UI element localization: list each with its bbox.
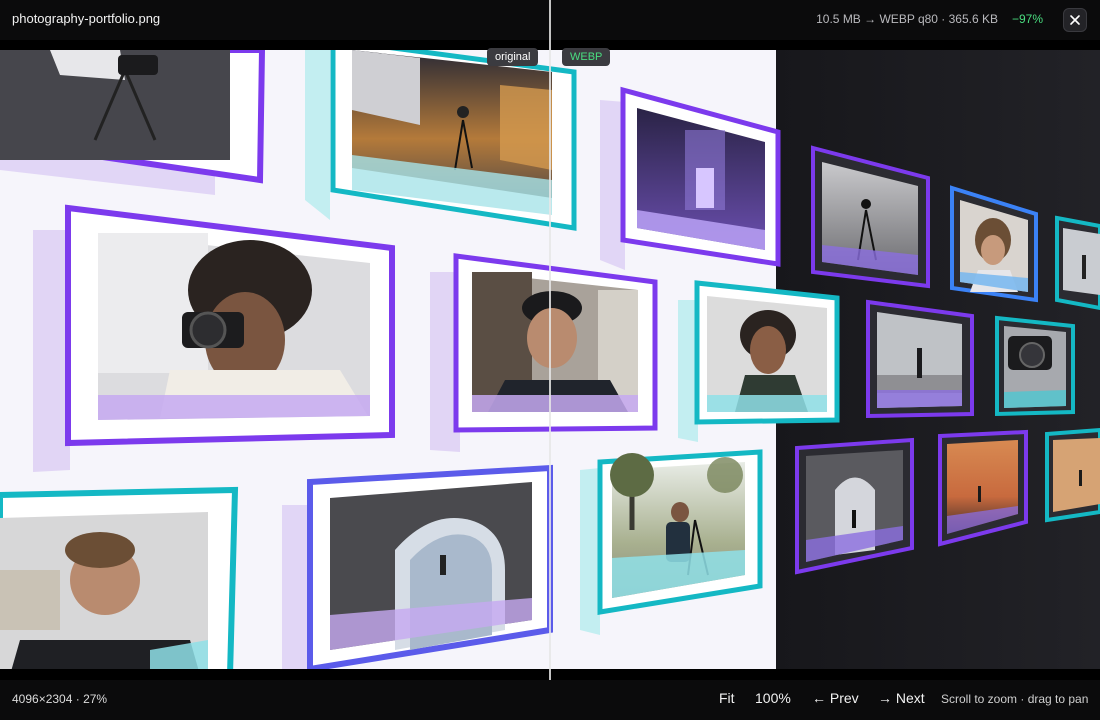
photo-frame bbox=[1045, 427, 1100, 523]
photo-frame bbox=[282, 464, 553, 669]
compression-stats: 10.5 MB → WEBP q80 · 365.6 KB bbox=[816, 12, 998, 26]
compare-slider-handle[interactable] bbox=[549, 0, 551, 720]
photo-frame bbox=[0, 486, 239, 669]
zoom-100-button[interactable]: 100% bbox=[755, 690, 791, 706]
photo-frame bbox=[33, 204, 395, 472]
filename: photography-portfolio.png bbox=[12, 11, 161, 26]
fit-button[interactable]: Fit bbox=[719, 690, 735, 706]
photo-frame bbox=[430, 253, 658, 452]
webp-label: WEBP bbox=[562, 48, 611, 66]
photo-frame bbox=[866, 299, 974, 419]
photo-frame bbox=[938, 429, 1028, 547]
original-label: original bbox=[487, 48, 539, 66]
bottom-bar: 4096×2304 · 27% Fit 100% ← Prev → Next S… bbox=[0, 680, 1100, 720]
photo-frame bbox=[0, 50, 266, 195]
prev-button[interactable]: ← Prev bbox=[812, 690, 859, 706]
close-icon bbox=[1070, 15, 1080, 25]
close-button[interactable] bbox=[1063, 8, 1087, 32]
photo-frame bbox=[995, 315, 1075, 417]
next-button[interactable]: → Next bbox=[878, 690, 925, 706]
zoom-pan-hint: Scroll to zoom · drag to pan bbox=[941, 692, 1089, 706]
photo-frame bbox=[795, 437, 914, 575]
photo-frame bbox=[678, 280, 840, 442]
photo-frame bbox=[1055, 215, 1100, 311]
saving-badge: −97% bbox=[1011, 12, 1043, 26]
image-dimensions: 4096×2304 · 27% bbox=[12, 692, 108, 706]
